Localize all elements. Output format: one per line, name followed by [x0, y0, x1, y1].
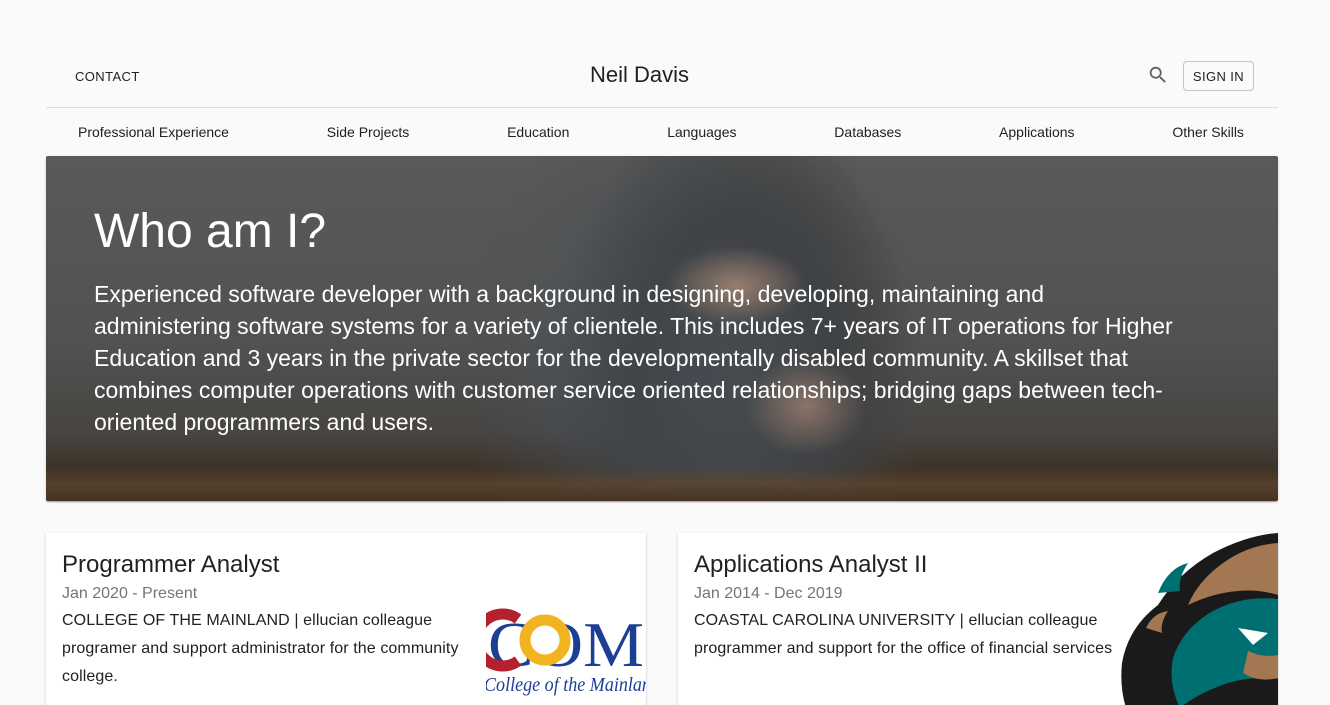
- card-title: Applications Analyst II: [694, 551, 928, 578]
- nav-other-skills[interactable]: Other Skills: [1158, 118, 1258, 146]
- search-button[interactable]: [1144, 64, 1172, 88]
- card-body: Applications Analyst II Jan 2014 - Dec 2…: [694, 549, 1114, 663]
- nav-languages[interactable]: Languages: [653, 118, 750, 146]
- nav-education[interactable]: Education: [493, 118, 583, 146]
- nav-databases[interactable]: Databases: [820, 118, 915, 146]
- hero-banner: Who am I? Experienced software developer…: [46, 156, 1278, 501]
- hero-title: Who am I?: [94, 205, 327, 258]
- hero-horizon: [46, 467, 1278, 501]
- card-date: Jan 2014 - Dec 2019: [694, 585, 843, 602]
- hero-text: Experienced software developer with a ba…: [94, 281, 1173, 435]
- sign-in-button[interactable]: SIGN IN: [1183, 61, 1254, 91]
- card-title: Programmer Analyst: [62, 551, 280, 578]
- card-description: COLLEGE OF THE MAINLAND | ellucian colle…: [62, 612, 459, 685]
- site-header: CONTACT Neil Davis SIGN IN: [46, 44, 1278, 108]
- nav-professional-experience[interactable]: Professional Experience: [64, 118, 243, 146]
- card-body: Programmer Analyst Jan 2020 - Present CO…: [62, 549, 482, 691]
- section-nav: Professional Experience Side Projects Ed…: [46, 108, 1278, 156]
- nav-side-projects[interactable]: Side Projects: [313, 118, 423, 146]
- hero-content: Who am I? Experienced software developer…: [94, 204, 1174, 438]
- card-description: COASTAL CAROLINA UNIVERSITY | ellucian c…: [694, 612, 1113, 657]
- experience-card-programmer-analyst[interactable]: Programmer Analyst Jan 2020 - Present CO…: [46, 533, 646, 705]
- college-of-the-mainland-logo: COM College of the Mainland: [486, 608, 646, 696]
- chanticleer-mascot-icon: [1121, 533, 1278, 705]
- card-date: Jan 2020 - Present: [62, 585, 198, 602]
- experience-card-applications-analyst[interactable]: Applications Analyst II Jan 2014 - Dec 2…: [678, 533, 1278, 705]
- nav-applications[interactable]: Applications: [985, 118, 1089, 146]
- logo-caption: College of the Mainland: [486, 674, 646, 696]
- site-title: Neil Davis: [589, 62, 690, 87]
- search-icon: [1149, 66, 1166, 83]
